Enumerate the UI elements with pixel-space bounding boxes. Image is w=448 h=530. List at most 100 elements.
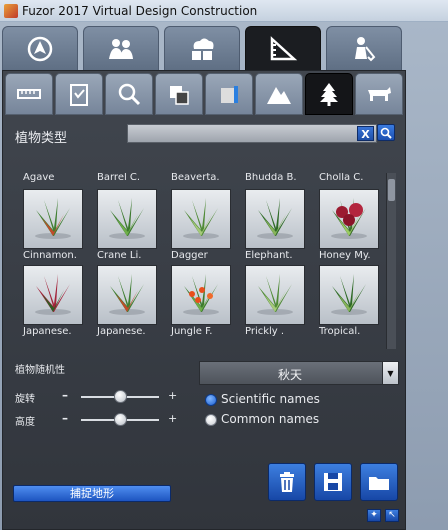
plant-image — [319, 189, 379, 249]
tab-people[interactable] — [83, 26, 159, 70]
sub-tab-bar — [5, 73, 405, 115]
plant-thumbnail[interactable]: Elephant. — [245, 189, 315, 263]
ruler-icon — [17, 89, 41, 99]
save-button[interactable] — [314, 463, 352, 501]
subtab-clipboard[interactable] — [55, 73, 103, 115]
plant-thumbnail[interactable]: Tropical. — [319, 265, 387, 339]
cloud-server-icon — [192, 38, 214, 60]
plant-thumbnail[interactable]: Japanese. — [23, 265, 93, 339]
plant-name-label: Agave — [23, 173, 55, 183]
plant-image — [97, 265, 157, 325]
plant-icon — [331, 274, 367, 315]
plant-name-label: Dagger — [171, 250, 208, 261]
plant-thumbnail[interactable]: Prickly . — [245, 265, 315, 339]
worker-cleaning-icon — [355, 36, 376, 61]
rotate-decrease-button[interactable]: – — [62, 388, 68, 402]
height-increase-button[interactable]: + — [168, 412, 177, 425]
plant-icon — [35, 274, 71, 315]
plant-randomness-label: 植物随机性 — [15, 365, 65, 376]
folder-icon — [369, 477, 389, 490]
plant-icon — [183, 198, 219, 239]
top-tab-bar — [2, 26, 406, 70]
app-logo-icon — [4, 3, 18, 18]
plant-image — [319, 265, 379, 325]
plant-icon — [183, 274, 219, 315]
tab-worker[interactable] — [326, 26, 402, 70]
box-icon — [221, 86, 238, 103]
subtab-layers[interactable] — [155, 73, 203, 115]
season-dropdown[interactable]: 秋天 ▼ — [199, 361, 399, 385]
capture-terrain-button[interactable]: 捕捉地形 — [13, 485, 171, 502]
plant-name-label: Bhudda B. — [245, 173, 297, 183]
search-icon — [380, 127, 392, 139]
pin-icon[interactable]: ✦ — [367, 509, 381, 522]
plant-icon — [109, 198, 145, 239]
height-slider-knob[interactable] — [113, 413, 127, 426]
plant-name-label: Cinnamon. — [23, 250, 77, 261]
plant-icon — [35, 198, 71, 239]
plant-image — [97, 189, 157, 249]
plant-name-label: Cholla C. — [319, 173, 364, 183]
plant-panel: 植物类型 X Agave Barrel C. Beaverta. Bhudda B. C… — [2, 70, 406, 530]
plant-icon — [257, 198, 293, 239]
scrollbar-thumb[interactable] — [388, 179, 395, 201]
rotate-slider-knob[interactable] — [113, 390, 127, 403]
subtab-animal[interactable] — [355, 73, 403, 115]
title-bar: Fuzor 2017 Virtual Design Construction — [0, 0, 448, 22]
plant-thumbnail[interactable]: Barrel C. — [97, 173, 167, 185]
scientific-names-label[interactable]: Scientific names — [221, 392, 320, 406]
plant-thumbnail[interactable]: Crane Li. — [97, 189, 167, 263]
subtab-tree[interactable] — [305, 73, 353, 115]
rotate-increase-button[interactable]: + — [168, 389, 177, 402]
subtab-search[interactable] — [105, 73, 153, 115]
plant-thumbnail[interactable]: Cholla C. — [319, 173, 387, 185]
tab-measure[interactable] — [245, 26, 321, 70]
plant-name-label: Honey My. — [319, 250, 371, 261]
search-button[interactable] — [377, 124, 395, 141]
season-value: 秋天 — [277, 368, 302, 382]
subtab-terrain[interactable] — [255, 73, 303, 115]
height-label: 高度 — [15, 417, 35, 428]
tree-icon — [320, 83, 338, 106]
plant-thumbnail[interactable]: Agave — [23, 173, 93, 185]
tab-cloud[interactable] — [164, 26, 240, 70]
scientific-names-radio[interactable] — [205, 394, 217, 406]
chevron-down-icon[interactable]: ▼ — [382, 362, 398, 384]
plant-icon — [109, 274, 145, 315]
measure-ruler-icon — [270, 35, 298, 60]
trash-icon — [280, 472, 294, 492]
plant-thumbnail[interactable]: Dagger — [171, 189, 241, 263]
plant-name-label: Jungle F. — [171, 326, 213, 337]
plant-name-label: Japanese. — [23, 326, 72, 337]
subtab-ruler[interactable] — [5, 73, 53, 115]
plant-name-label: Prickly . — [245, 326, 285, 337]
common-names-label[interactable]: Common names — [221, 412, 319, 426]
people-icon — [109, 38, 133, 59]
delete-button[interactable] — [268, 463, 306, 501]
plant-search-input[interactable] — [127, 124, 377, 143]
open-folder-button[interactable] — [360, 463, 398, 501]
app-window: 植物类型 X Agave Barrel C. Beaverta. Bhudda B. C… — [0, 22, 448, 530]
height-decrease-button[interactable]: – — [62, 411, 68, 425]
animal-icon — [368, 87, 391, 101]
plant-thumbnail[interactable]: Bhudda B. — [245, 173, 315, 185]
clipboard-icon — [70, 84, 88, 106]
plant-thumbnail[interactable]: Beaverta. — [171, 173, 241, 185]
clear-search-button[interactable]: X — [357, 126, 374, 141]
plant-name-label: Japanese. — [97, 326, 146, 337]
plant-thumbnail[interactable]: Cinnamon. — [23, 189, 93, 263]
plant-thumbnail[interactable]: Japanese. — [97, 265, 167, 339]
subtab-box[interactable] — [205, 73, 253, 115]
common-names-radio[interactable] — [205, 414, 217, 426]
plant-thumbnail[interactable]: Jungle F. — [171, 265, 241, 339]
expand-icon[interactable]: ↖ — [385, 509, 399, 522]
plant-icon — [331, 198, 367, 239]
plant-thumbnail[interactable]: Honey My. — [319, 189, 387, 263]
plant-type-label: 植物类型 — [15, 131, 68, 146]
plant-name-label: Crane Li. — [97, 250, 142, 261]
plant-name-label: Beaverta. — [171, 173, 220, 183]
plant-grid-scrollbar[interactable] — [386, 173, 396, 349]
plant-image — [171, 265, 231, 325]
plant-name-label: Barrel C. — [97, 173, 141, 183]
tab-navigation[interactable] — [2, 26, 78, 70]
